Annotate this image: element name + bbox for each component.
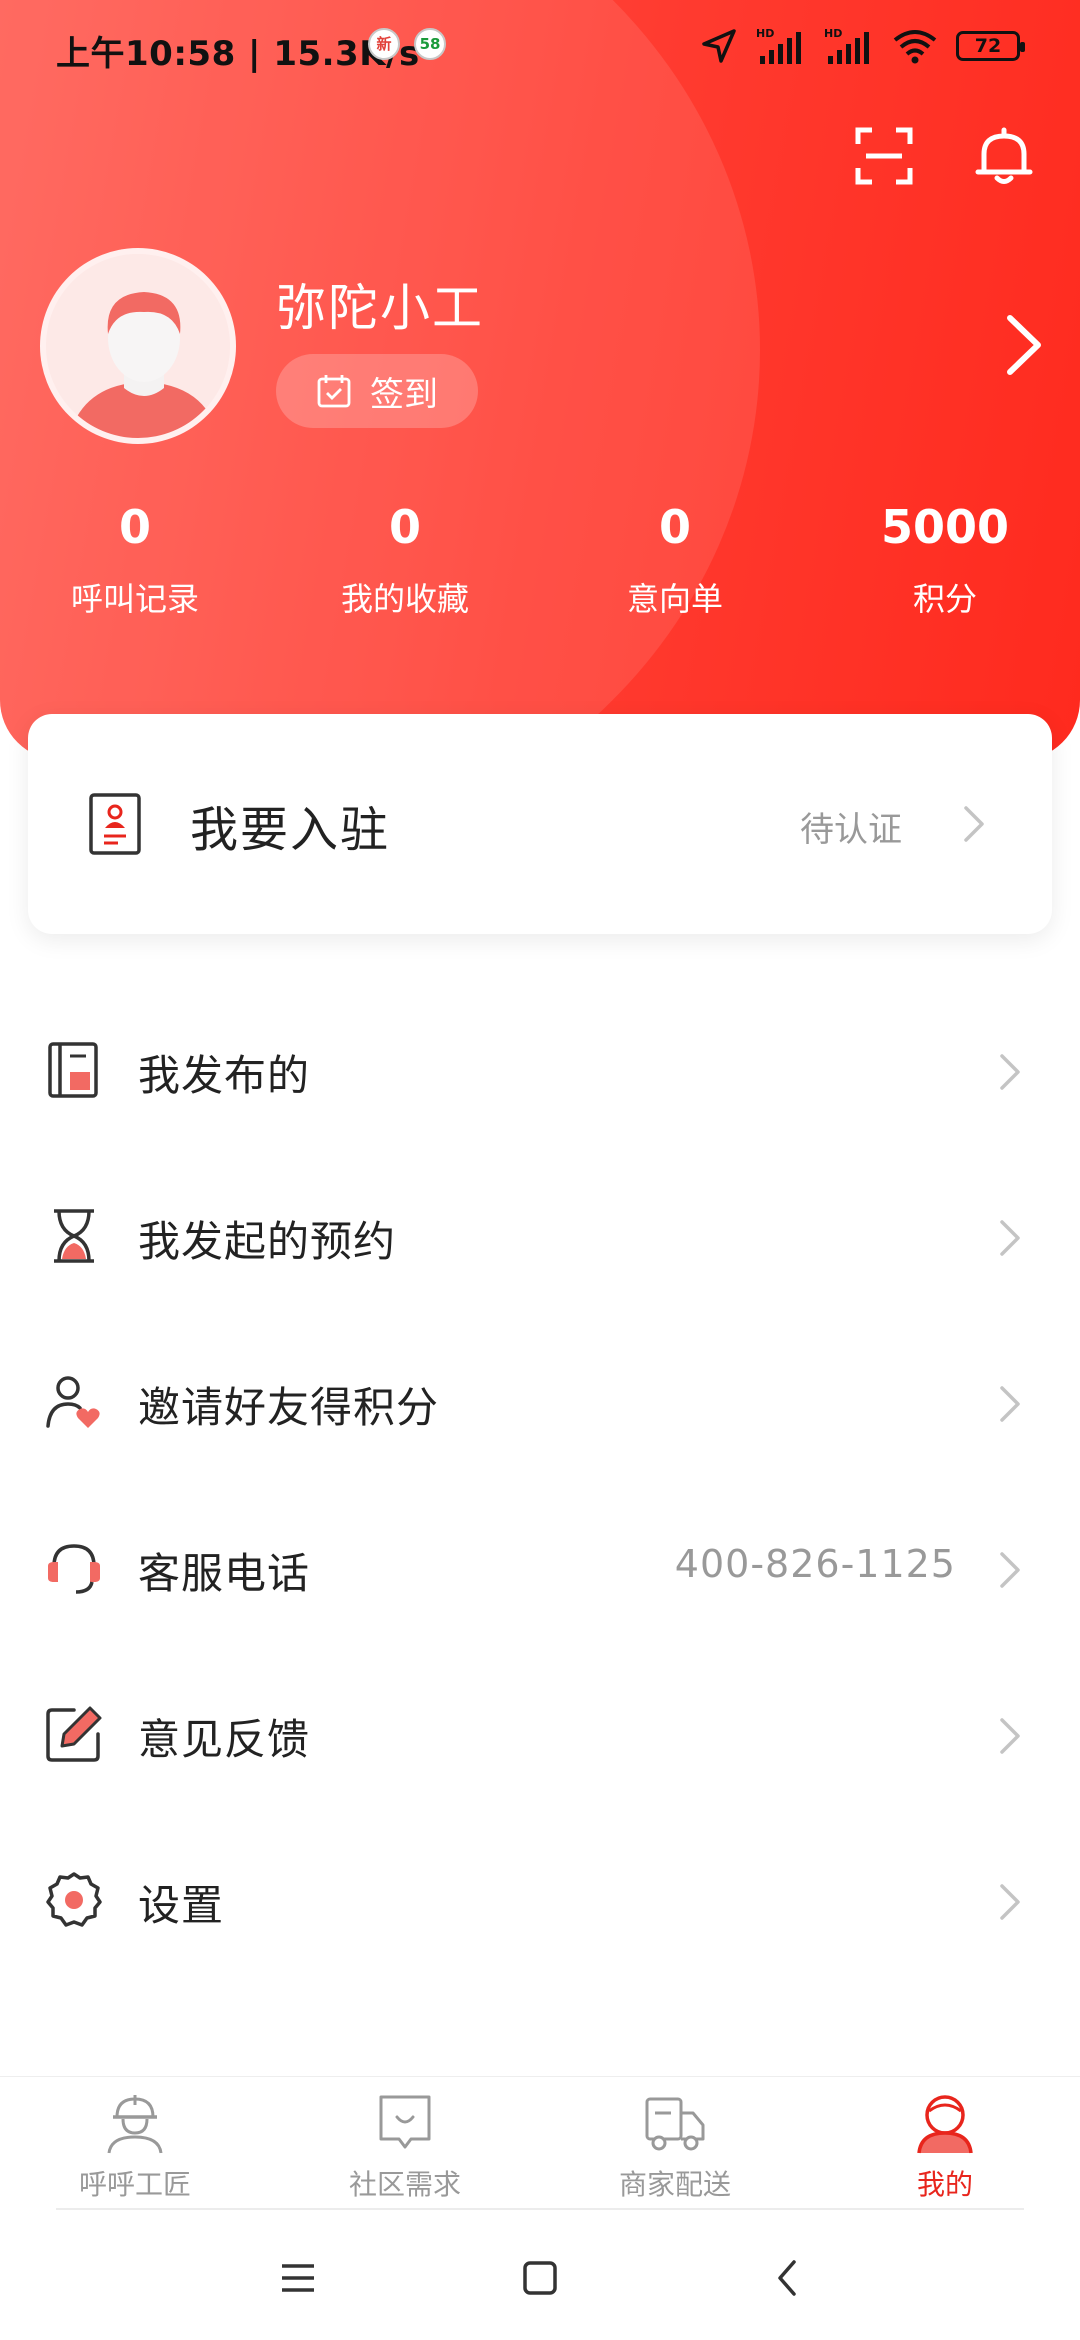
stat-value: 0 xyxy=(658,500,691,554)
status-bar: 上午10:58 | 15.3K/s 新 58 HD HD 72 xyxy=(0,0,1080,92)
status-time-speed: 上午10:58 | 15.3K/s xyxy=(56,34,420,74)
menu-item-my-posts[interactable]: 我发布的 xyxy=(0,990,1080,1156)
tab-label: 呼呼工匠 xyxy=(78,2168,191,2201)
status-app-icons: 新 58 xyxy=(368,28,446,60)
profile-chevron-right-icon[interactable] xyxy=(1002,310,1046,380)
join-status: 待认证 xyxy=(800,810,902,850)
truck-icon xyxy=(645,2097,705,2151)
checkin-label: 签到 xyxy=(370,374,438,415)
hourglass-icon xyxy=(54,1209,94,1263)
document-icon xyxy=(48,1042,98,1098)
id-card-icon xyxy=(89,793,141,855)
chevron-right-icon xyxy=(1000,1718,1020,1754)
profile-header: 上午10:58 | 15.3K/s 新 58 HD HD 72 弥陀小工 签到 … xyxy=(0,0,1080,760)
location-icon xyxy=(702,29,736,63)
stat-call-records[interactable]: 0 呼叫记录 xyxy=(0,500,270,620)
menu-label: 客服电话 xyxy=(138,1549,311,1598)
back-icon[interactable] xyxy=(758,2248,818,2308)
tab-delivery[interactable]: 商家配送 xyxy=(540,2077,810,2212)
user-icon xyxy=(917,2095,973,2154)
menu-label: 我发布的 xyxy=(138,1051,311,1100)
menu-icon[interactable] xyxy=(268,2248,328,2308)
gear-icon xyxy=(46,1872,102,1927)
notification-58-icon: 58 xyxy=(414,28,446,60)
stat-value: 0 xyxy=(388,500,421,554)
notification-bell-icon[interactable] xyxy=(972,124,1036,188)
stat-label: 意向单 xyxy=(626,580,723,618)
avatar[interactable] xyxy=(40,248,236,444)
menu-item-settings[interactable]: 设置 xyxy=(0,1820,1080,1986)
hotline-number: 400-826-1125 xyxy=(674,1542,956,1586)
tab-community[interactable]: 社区需求 xyxy=(270,2077,540,2212)
chevron-right-icon xyxy=(964,806,984,842)
battery-icon: 72 xyxy=(956,31,1025,61)
notification-app-icon: 新 xyxy=(368,28,400,60)
chevron-right-icon xyxy=(1000,1054,1020,1090)
menu-label: 意见反馈 xyxy=(138,1715,311,1764)
chevron-right-icon xyxy=(1000,1220,1020,1256)
stat-value: 0 xyxy=(118,500,151,554)
menu-label: 设置 xyxy=(138,1881,225,1930)
username: 弥陀小工 xyxy=(276,279,484,337)
tab-craftsman[interactable]: 呼呼工匠 xyxy=(0,2077,270,2212)
svg-text:HD: HD xyxy=(756,27,774,40)
menu-item-my-appointments[interactable]: 我发起的预约 xyxy=(0,1156,1080,1322)
wifi-icon xyxy=(893,30,937,64)
home-icon[interactable] xyxy=(510,2248,570,2308)
chevron-right-icon xyxy=(1000,1552,1020,1588)
tab-label: 社区需求 xyxy=(348,2168,461,2201)
join-card[interactable]: 我要入驻 待认证 xyxy=(28,714,1052,934)
stat-favorites[interactable]: 0 我的收藏 xyxy=(270,500,540,620)
header-actions xyxy=(852,124,1036,188)
svg-text:HD: HD xyxy=(824,27,842,40)
checkin-button[interactable]: 签到 xyxy=(276,354,478,428)
menu-item-customer-service[interactable]: 客服电话 400-826-1125 xyxy=(0,1488,1080,1654)
bottom-tab-bar: 呼呼工匠 社区需求 商家配送 我的 xyxy=(0,2076,1080,2212)
stat-points[interactable]: 5000 积分 xyxy=(810,500,1080,620)
chevron-right-icon xyxy=(1000,1884,1020,1920)
menu-item-invite-friends[interactable]: 邀请好友得积分 xyxy=(0,1322,1080,1488)
tab-label: 我的 xyxy=(916,2168,973,2201)
invite-friend-icon xyxy=(46,1376,100,1428)
edit-icon xyxy=(46,1706,102,1762)
stats-row: 0 呼叫记录 0 我的收藏 0 意向单 5000 积分 xyxy=(0,500,1080,620)
menu-item-feedback[interactable]: 意见反馈 xyxy=(0,1654,1080,1820)
stat-label: 我的收藏 xyxy=(340,580,469,618)
signal-hd-icon: HD xyxy=(756,27,801,64)
stat-intent-orders[interactable]: 0 意向单 xyxy=(540,500,810,620)
chevron-right-icon xyxy=(1000,1386,1020,1422)
status-right-icons: HD HD 72 xyxy=(700,26,1025,66)
tab-mine[interactable]: 我的 xyxy=(810,2077,1080,2212)
menu-label: 邀请好友得积分 xyxy=(138,1383,440,1432)
system-nav-bar xyxy=(0,2212,1080,2340)
signal-hd-2-icon: HD xyxy=(824,27,869,64)
worker-helmet-icon xyxy=(107,2095,163,2154)
stat-label: 积分 xyxy=(912,580,977,618)
stat-value: 5000 xyxy=(880,500,1010,554)
chat-bubble-icon xyxy=(379,2095,431,2149)
scan-icon[interactable] xyxy=(852,124,916,188)
headset-icon xyxy=(48,1544,100,1594)
tab-label: 商家配送 xyxy=(618,2168,731,2201)
divider xyxy=(56,2208,1024,2210)
join-title: 我要入驻 xyxy=(190,802,391,858)
menu-label: 我发起的预约 xyxy=(138,1217,397,1266)
stat-label: 呼叫记录 xyxy=(70,580,199,618)
calendar-check-icon xyxy=(317,375,351,408)
